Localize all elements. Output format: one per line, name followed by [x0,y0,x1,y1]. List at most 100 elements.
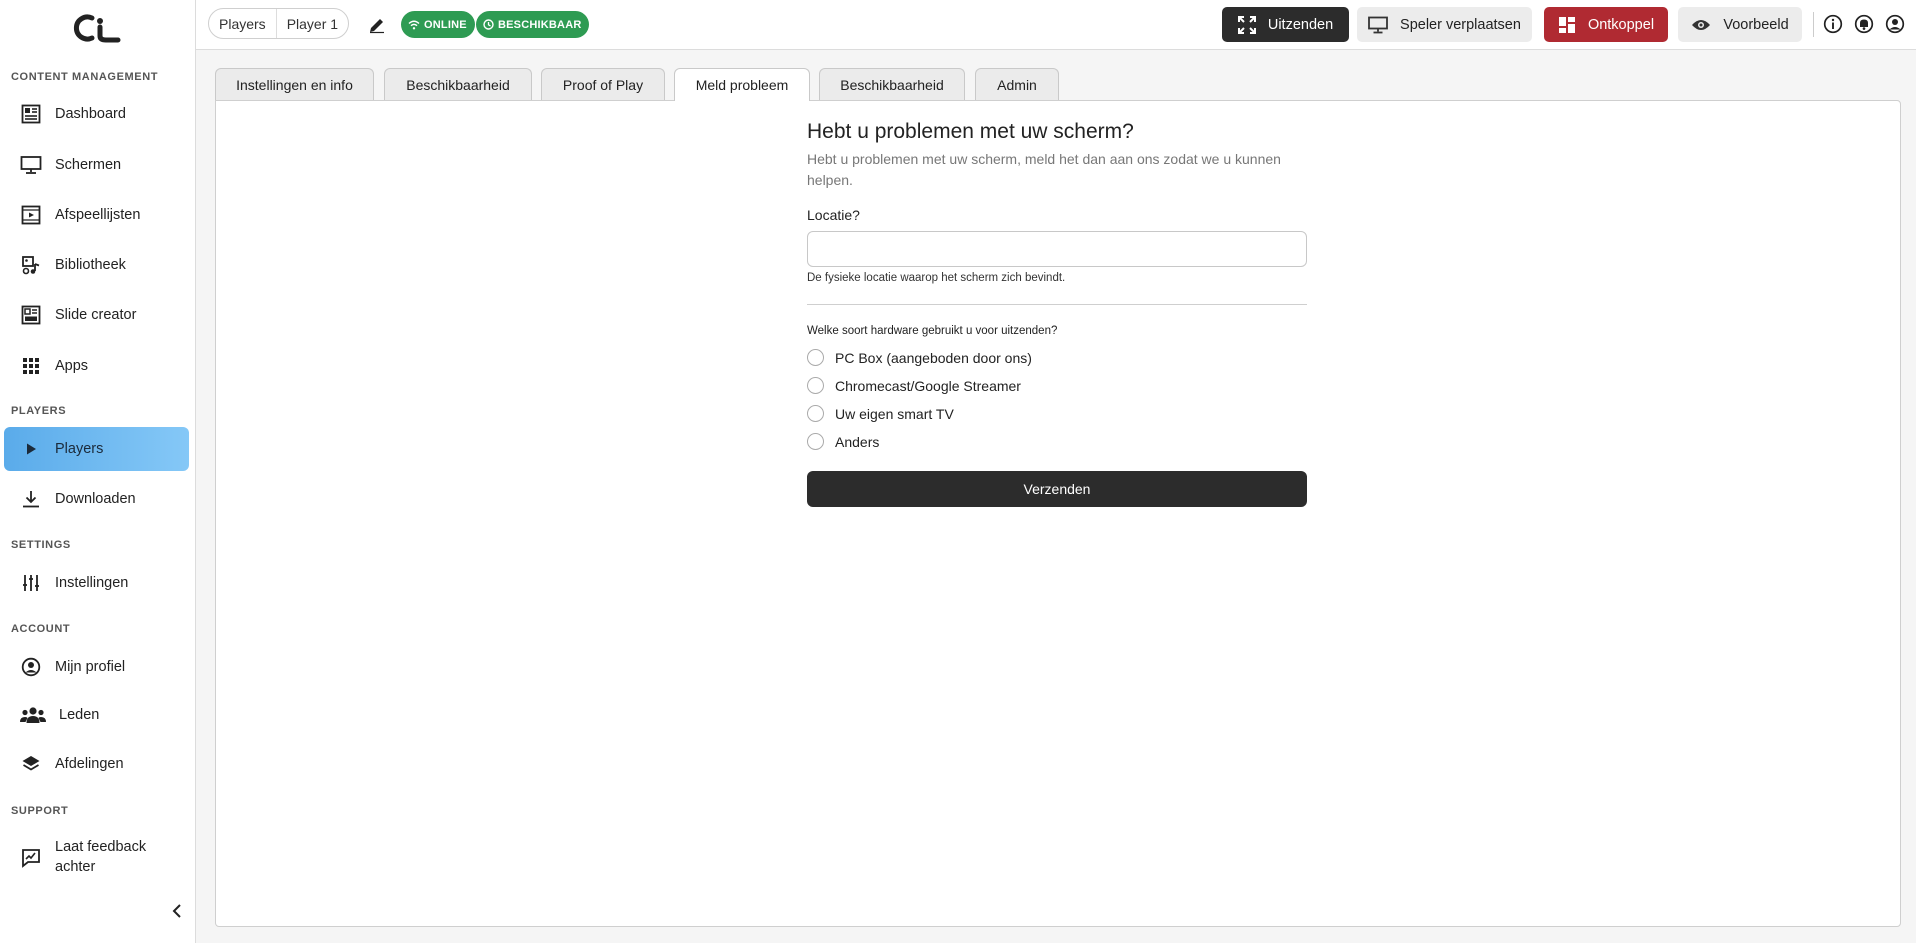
radio-option-label: Uw eigen smart TV [835,405,954,422]
sidebar-item-label: Afspeellijsten [55,207,141,223]
sidebar-item-downloaden[interactable]: Downloaden [4,477,189,521]
users-group-icon [20,704,46,726]
brand-logo[interactable] [70,12,122,44]
bell-icon [1854,14,1874,34]
move-player-label: Speler verplaatsen [1400,16,1521,33]
move-player-button[interactable]: Speler verplaatsen [1357,7,1532,42]
status-online-text: ONLINE [424,18,467,31]
sidebar-item-bibliotheek[interactable]: Bibliotheek [4,243,189,287]
breadcrumb-player-1[interactable]: Player 1 [277,9,348,38]
radio-button[interactable] [807,433,824,450]
radio-button[interactable] [807,349,824,366]
toolbar-divider [1813,12,1814,37]
sidebar-item-players[interactable]: Players [4,427,189,471]
media-library-icon [20,254,42,276]
broadcast-button[interactable]: Uitzenden [1222,7,1349,42]
status-badge-available: BESCHIKBAAR [476,11,590,38]
sidebar-item-mijn-profiel[interactable]: Mijn profiel [4,645,189,689]
tab-instellingen-en-info[interactable]: Instellingen en info [215,68,374,100]
tab-meld-probleem[interactable]: Meld probleem [674,68,810,101]
radio-option-label: Chromecast/Google Streamer [835,377,1021,394]
tab-proof-of-play[interactable]: Proof of Play [541,68,665,100]
edit-name-button[interactable] [364,12,390,38]
sidebar-item-label: Afdelingen [55,756,124,772]
location-label: Locatie? [807,207,860,223]
sidebar-item-label: Bibliotheek [55,257,126,273]
sidebar-item-label: Dashboard [55,106,126,122]
slide-creator-icon [20,304,42,326]
tab-content-panel [215,100,1901,927]
preview-button-label: Voorbeeld [1723,16,1789,33]
user-circle-icon [1885,14,1905,34]
sidebar-item-schermen[interactable]: Schermen [4,143,189,187]
clock-icon [483,19,494,30]
sidebar-item-label: Players [55,441,104,457]
sidebar-item-dashboard[interactable]: Dashboard [4,92,189,136]
monitor-icon [20,154,42,176]
feedback-icon [20,847,42,869]
feedback-label-line2: achter [55,859,96,875]
sidebar-item-feedback[interactable]: Laat feedback achter [4,827,189,877]
broadcast-button-label: Uitzenden [1267,16,1334,33]
sidebar-item-label: Schermen [55,157,122,173]
section-label-support: SUPPORT [11,805,69,817]
sidebar-item-label: Slide creator [55,307,137,323]
tab-beschikbaarheid[interactable]: Beschikbaarheid [384,68,532,100]
apps-grid-icon [20,355,42,377]
dashboard-icon [20,103,42,125]
sidebar: CONTENT MANAGEMENT Dashboard Schermen Af… [0,0,196,943]
layers-icon [20,753,42,775]
feedback-label-line1: Laat feedback [55,839,147,855]
collapse-sidebar-button[interactable] [166,900,188,922]
radio-option-pc-box[interactable]: PC Box (aangeboden door ons) [807,349,1032,366]
notifications-button[interactable] [1853,13,1875,35]
submit-button[interactable]: Verzenden [807,471,1307,507]
radio-option-anders[interactable]: Anders [807,433,879,450]
download-icon [20,488,42,510]
sliders-icon [20,572,42,594]
sidebar-item-leden[interactable]: Leden [4,693,189,737]
sidebar-item-afspeellijsten[interactable]: Afspeellijsten [4,193,189,237]
disconnect-button[interactable]: Ontkoppel [1544,7,1668,42]
play-icon [20,438,42,460]
radio-button[interactable] [807,405,824,422]
breadcrumb-players[interactable]: Players [209,9,276,38]
status-badge-online: ONLINE [401,11,475,38]
dashboard-tiles-icon [1558,16,1575,33]
sidebar-item-slide-creator[interactable]: Slide creator [4,293,189,337]
info-button[interactable] [1822,13,1844,35]
pencil-icon [370,19,384,34]
sidebar-item-afdelingen[interactable]: Afdelingen [4,742,189,786]
top-bar: Players Player 1 ONLINE BESCHIKBAAR Uitz… [196,0,1916,50]
sidebar-item-label: Mijn profiel [55,659,126,675]
radio-option-label: Anders [835,433,880,450]
location-input[interactable] [807,231,1307,267]
sidebar-item-apps[interactable]: Apps [4,344,189,388]
section-label-settings: SETTINGS [11,539,71,551]
sidebar-item-instellingen[interactable]: Instellingen [4,561,189,605]
monitor-icon [1368,16,1388,33]
tab-beschikbaarheid-2[interactable]: Beschikbaarheid [819,68,965,100]
chevron-left-icon [172,904,181,918]
preview-button[interactable]: Voorbeeld [1678,7,1802,42]
radio-button[interactable] [807,377,824,394]
form-subtitle: Hebt u problemen met uw scherm, meld het… [807,151,1281,188]
account-button[interactable] [1884,13,1906,35]
form-title: Hebt u problemen met uw scherm? [807,120,1134,143]
location-help-text: De fysieke locatie waarop het scherm zic… [807,272,1066,284]
disconnect-button-label: Ontkoppel [1587,16,1655,33]
form-divider [807,304,1307,305]
tab-admin[interactable]: Admin [975,68,1059,100]
sidebar-item-label: Laat feedback achter [55,837,146,877]
hardware-question: Welke soort hardware gebruikt u voor uit… [807,325,1058,337]
wifi-icon [408,20,420,29]
sidebar-item-label: Instellingen [55,575,129,591]
radio-option-chromecast[interactable]: Chromecast/Google Streamer [807,377,1021,394]
section-label-content: CONTENT MANAGEMENT [11,71,159,83]
sidebar-item-label: Downloaden [55,491,136,507]
section-label-account: ACCOUNT [11,623,71,635]
user-circle-icon [20,656,42,678]
status-available-text: BESCHIKBAAR [498,18,582,31]
radio-option-smart-tv[interactable]: Uw eigen smart TV [807,405,954,422]
section-label-players: PLAYERS [11,405,67,417]
